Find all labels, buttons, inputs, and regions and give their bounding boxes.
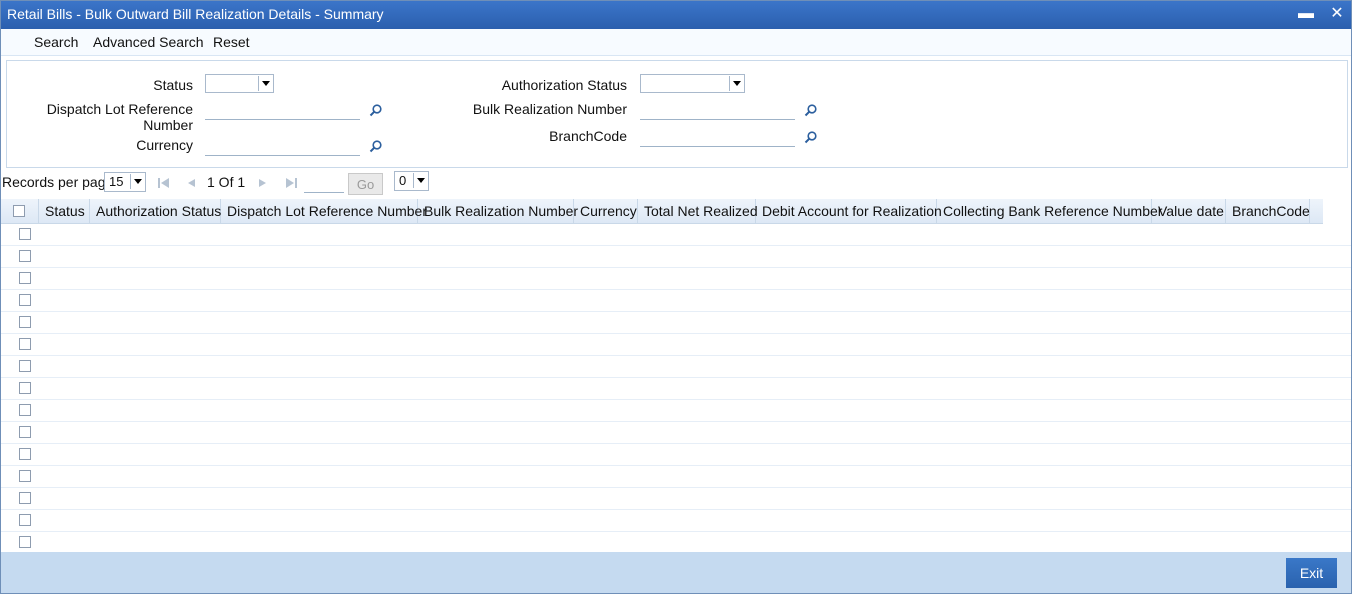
authorization-status-label: Authorization Status (501, 77, 627, 93)
pagination-bar: Records per page 15 1 Of 1 Go 0 (1, 169, 1351, 195)
column-header[interactable]: BranchCode (1226, 199, 1310, 223)
table-row (1, 223, 1351, 246)
currency-label: Currency (136, 137, 193, 153)
table-row (1, 245, 1351, 268)
column-header[interactable]: Currency (574, 199, 638, 223)
table-row (1, 443, 1351, 466)
summary-window: Retail Bills - Bulk Outward Bill Realiza… (0, 0, 1352, 594)
reset-menu-item[interactable]: Reset (213, 34, 250, 50)
first-page-icon[interactable] (157, 177, 171, 189)
branch-code-input[interactable] (640, 128, 795, 147)
row-select-checkbox[interactable] (19, 360, 31, 372)
chevron-down-icon (729, 76, 743, 91)
column-header[interactable]: Debit Account for Realization (756, 199, 942, 223)
previous-page-icon[interactable] (184, 177, 198, 189)
row-select-checkbox[interactable] (19, 492, 31, 504)
goto-page-input[interactable] (304, 174, 344, 193)
records-per-page-select[interactable]: 15 (104, 172, 146, 192)
page-jump-select[interactable]: 0 (394, 171, 429, 191)
branch-code-label: BranchCode (549, 128, 627, 144)
table-row (1, 421, 1351, 444)
status-label: Status (153, 77, 193, 93)
records-per-page-label: Records per page (2, 174, 114, 190)
table-row (1, 487, 1351, 510)
bulk-realization-number-label: Bulk Realization Number (472, 101, 627, 117)
grid-header: Status Authorization Status Dispatch Lot… (1, 199, 1323, 224)
window-title: Retail Bills - Bulk Outward Bill Realiza… (7, 6, 384, 22)
column-header[interactable]: Status (39, 199, 90, 223)
table-row (1, 465, 1351, 488)
table-row (1, 509, 1351, 532)
search-icon[interactable] (369, 103, 383, 117)
column-header[interactable]: Collecting Bank Reference Number (937, 199, 1162, 223)
search-icon[interactable] (804, 103, 818, 117)
search-criteria-panel: Status Authorization Status Dispatch Lot… (6, 60, 1348, 168)
row-select-checkbox[interactable] (19, 228, 31, 240)
table-row (1, 311, 1351, 334)
column-header[interactable]: Total Net Realized (638, 199, 758, 223)
table-row (1, 289, 1351, 312)
status-select[interactable] (205, 74, 274, 93)
title-bar: Retail Bills - Bulk Outward Bill Realiza… (1, 1, 1351, 29)
next-page-icon[interactable] (256, 177, 270, 189)
row-select-checkbox[interactable] (19, 338, 31, 350)
row-select-checkbox[interactable] (19, 404, 31, 416)
row-select-checkbox[interactable] (19, 536, 31, 548)
select-all-column (1, 199, 39, 223)
search-menu-item[interactable]: Search (34, 34, 78, 50)
column-header[interactable]: Dispatch Lot Reference Number (221, 199, 427, 223)
currency-input[interactable] (205, 137, 360, 156)
page-indicator: 1 Of 1 (207, 174, 246, 190)
column-header[interactable]: Authorization Status (90, 199, 221, 223)
advanced-search-menu-item[interactable]: Advanced Search (93, 34, 204, 50)
table-row (1, 399, 1351, 422)
row-select-checkbox[interactable] (19, 470, 31, 482)
minimize-icon[interactable]: ▬ (1295, 3, 1317, 25)
row-select-checkbox[interactable] (19, 272, 31, 284)
column-header[interactable]: Bulk Realization Number (418, 199, 578, 223)
dispatch-lot-reference-label: Dispatch Lot Reference Number (46, 101, 193, 133)
chevron-down-icon (413, 173, 427, 188)
menu-bar: Search Advanced Search Reset (1, 29, 1351, 56)
bulk-realization-number-input[interactable] (640, 101, 795, 120)
row-select-checkbox[interactable] (19, 316, 31, 328)
last-page-icon[interactable] (284, 177, 298, 189)
row-select-checkbox[interactable] (19, 426, 31, 438)
results-grid: Status Authorization Status Dispatch Lot… (1, 199, 1351, 554)
chevron-down-icon (130, 174, 144, 189)
column-header[interactable]: Value date (1152, 199, 1226, 223)
row-select-checkbox[interactable] (19, 294, 31, 306)
row-select-checkbox[interactable] (19, 448, 31, 460)
table-row (1, 333, 1351, 356)
authorization-status-select[interactable] (640, 74, 745, 93)
chevron-down-icon (258, 76, 272, 91)
dispatch-lot-reference-input[interactable] (205, 101, 360, 120)
exit-button[interactable]: Exit (1286, 558, 1337, 588)
go-button[interactable]: Go (348, 173, 383, 195)
table-row (1, 267, 1351, 290)
row-select-checkbox[interactable] (19, 514, 31, 526)
footer-bar: Exit (1, 552, 1351, 593)
table-row (1, 377, 1351, 400)
row-select-checkbox[interactable] (19, 250, 31, 262)
table-row (1, 531, 1351, 554)
select-all-checkbox[interactable] (13, 205, 25, 217)
table-row (1, 355, 1351, 378)
row-select-checkbox[interactable] (19, 382, 31, 394)
close-icon[interactable]: ✕ (1326, 3, 1348, 25)
search-icon[interactable] (804, 130, 818, 144)
search-icon[interactable] (369, 139, 383, 153)
